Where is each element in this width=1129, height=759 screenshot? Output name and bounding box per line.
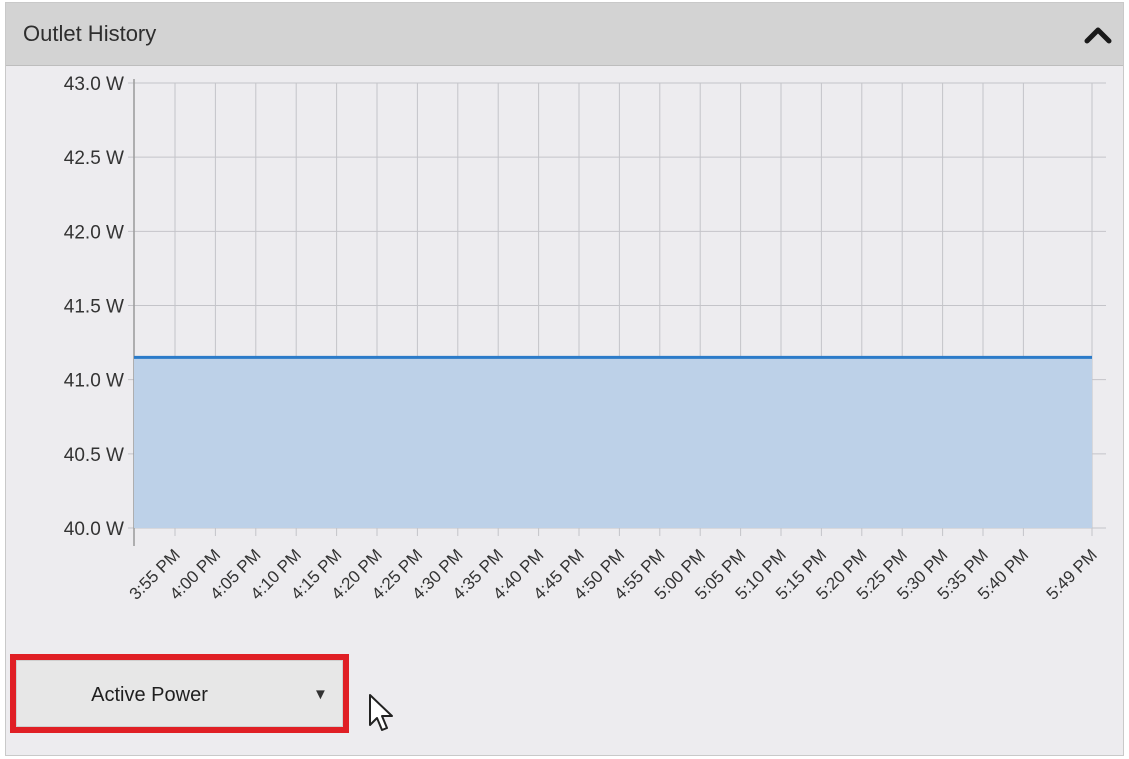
series-area (134, 357, 1092, 528)
y-tick-label: 42.5 W (64, 148, 124, 169)
dropdown-triangle-icon: ▼ (313, 686, 328, 703)
outlet-history-panel: Outlet History 43.0 W 42.5 W 42.0 W 41.5 W4… (5, 2, 1124, 756)
outlet-history-chart: 43.0 W 42.5 W 42.0 W 41.5 W 41.0 W 40.5 W 40.0… (64, 74, 1106, 604)
mouse-cursor-icon (369, 694, 393, 731)
x-tick-label: 5:49 PM (1043, 545, 1101, 603)
metric-select-value: Active Power (91, 684, 208, 706)
y-tick-label: 40.5 W (64, 445, 124, 466)
y-tick-label: 41.5 W (64, 297, 124, 318)
y-tick-label: 43.0 W (64, 74, 124, 95)
metric-select[interactable]: Active Power ▼ (16, 660, 343, 727)
y-tick-label: 40.0 W (64, 519, 124, 540)
y-tick-label: 42.0 W (64, 222, 124, 243)
y-tick-label: 41.0 W (64, 371, 124, 392)
